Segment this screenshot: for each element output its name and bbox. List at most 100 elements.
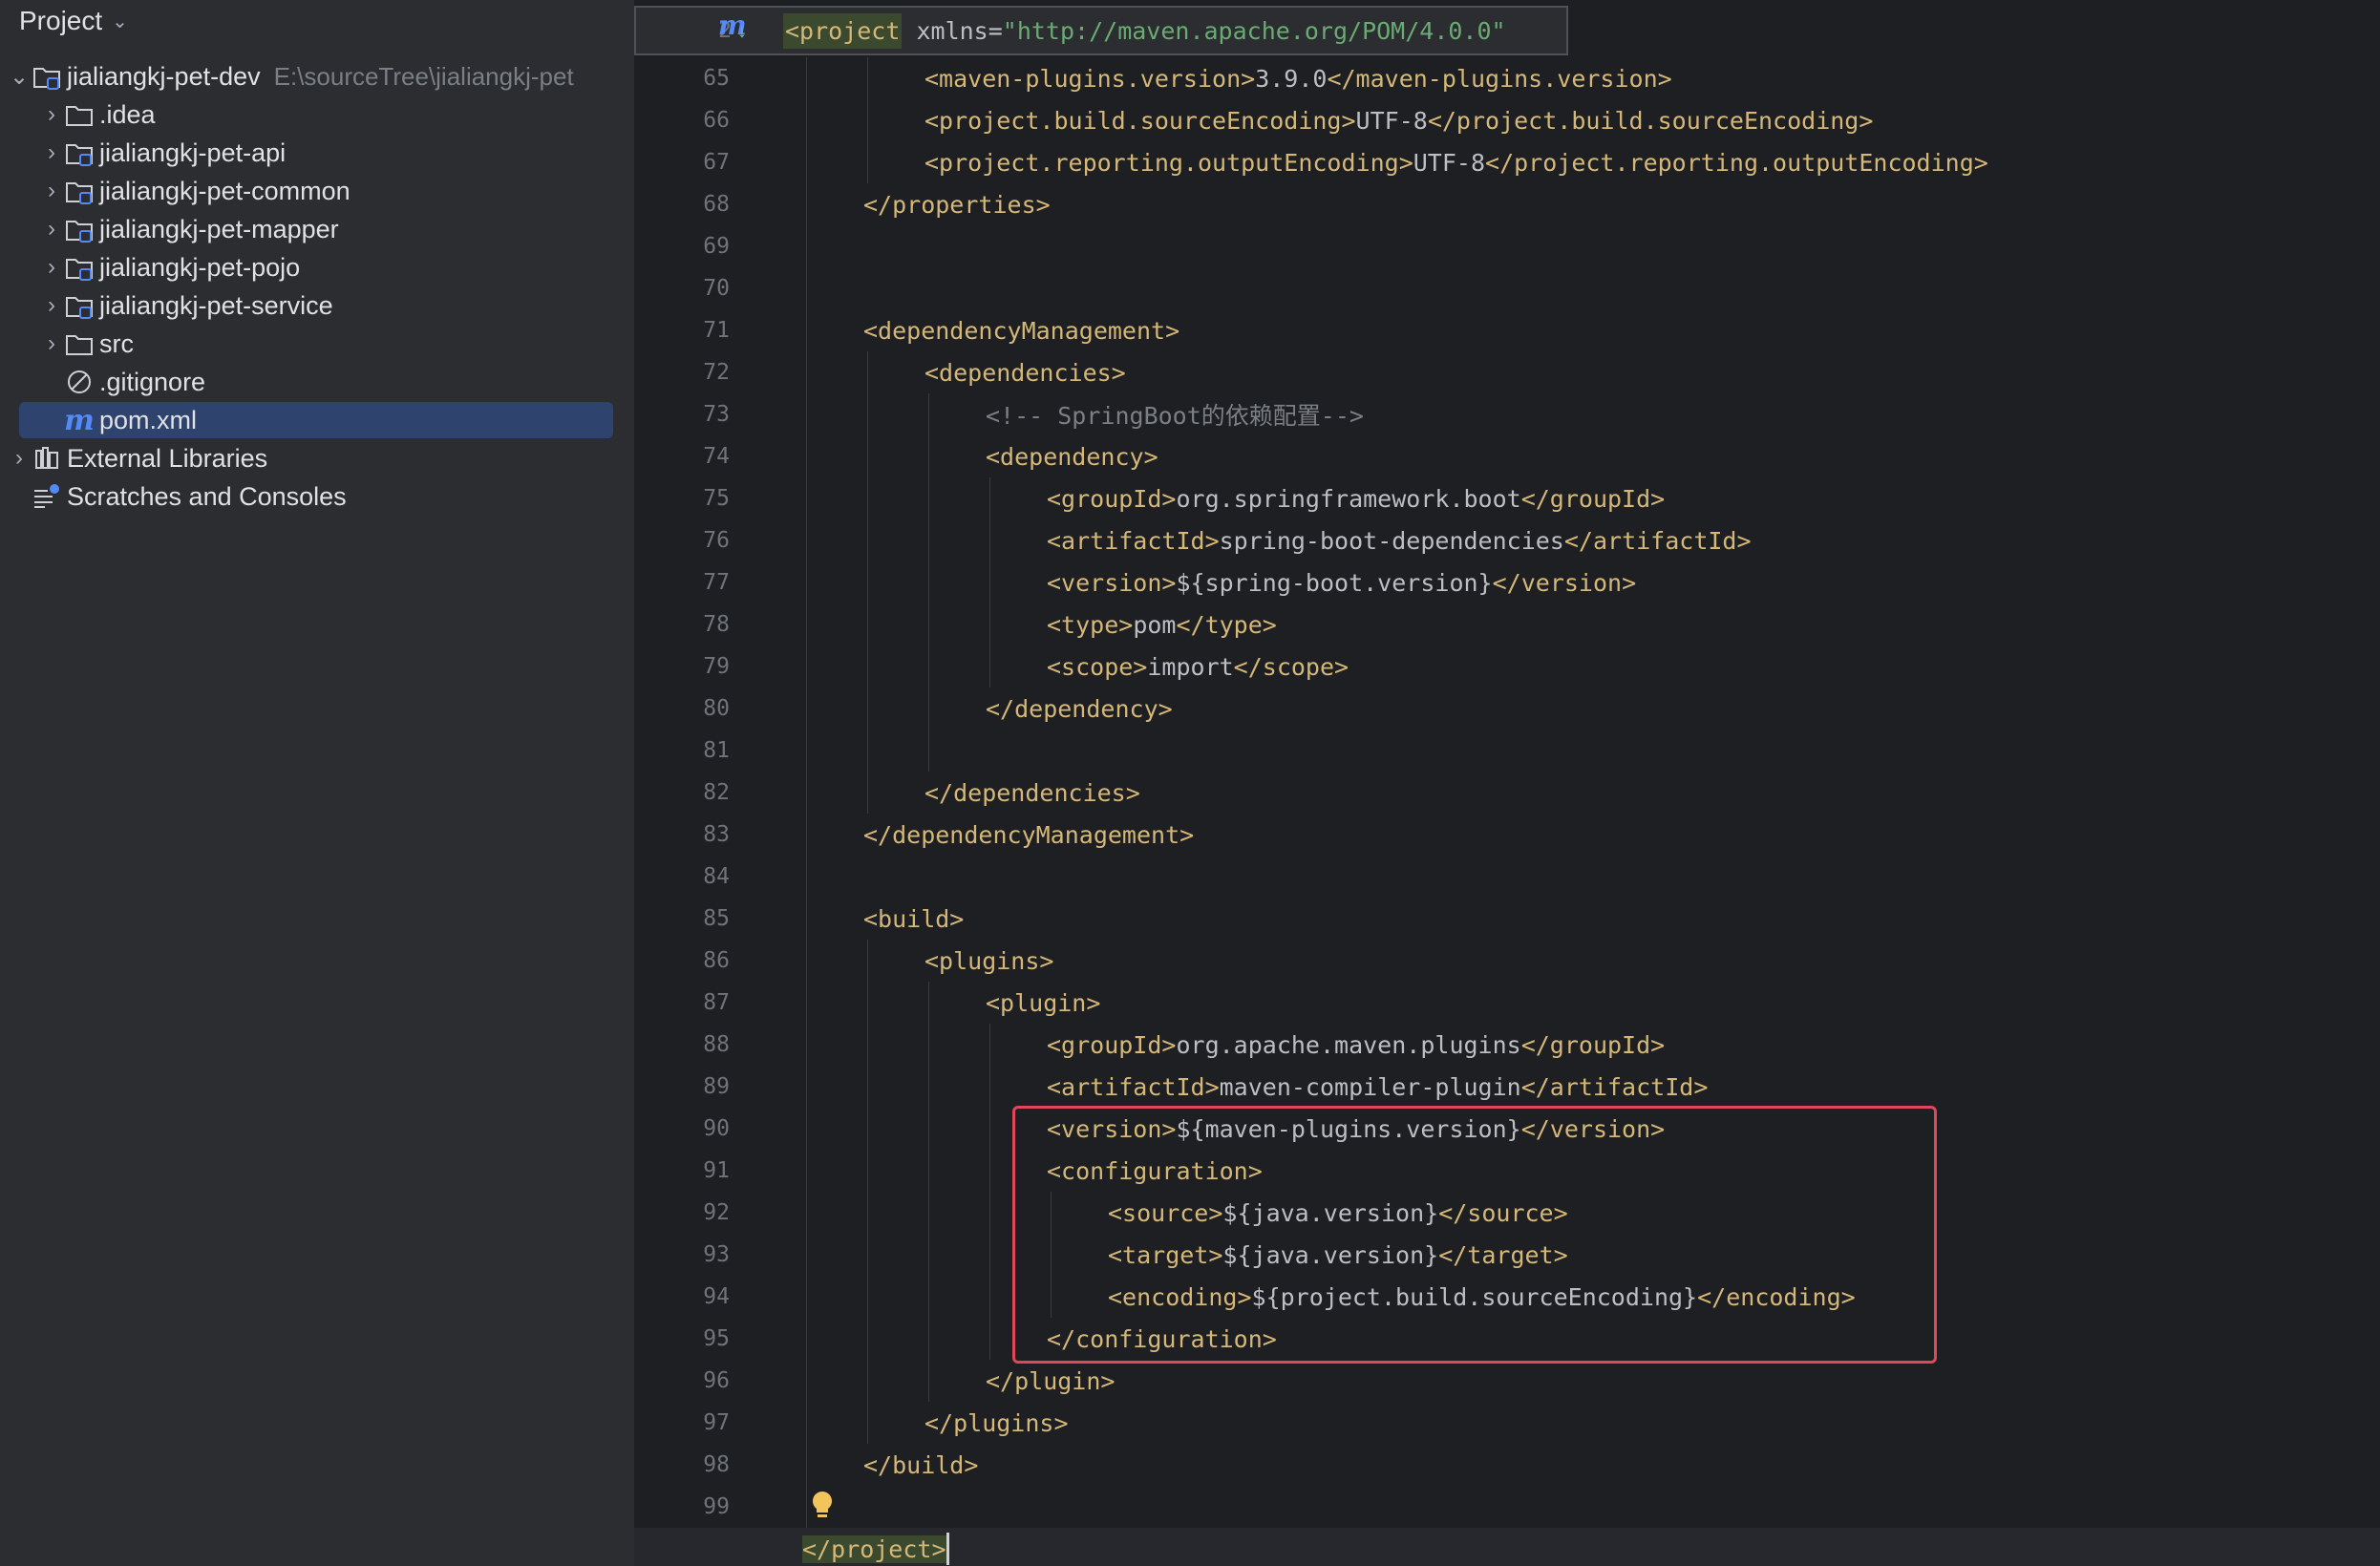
code-line[interactable]: <plugins> [924,940,1053,982]
chevron-right-icon[interactable]: › [40,292,63,319]
project-view-selector[interactable]: Project ⌄ [19,0,128,42]
code-line[interactable]: </dependencies> [924,772,1140,814]
code-line[interactable]: <version> ${spring-boot.version} </version… [1047,561,1636,603]
sticky-code: <project xmlns= "http://maven.apache.org/… [783,8,1506,53]
code-line[interactable]: <build> [863,898,964,940]
tree-item[interactable]: › .idea [0,95,634,134]
tree-item[interactable]: Scratches and Consoles [0,477,634,516]
xml-tag: </type> [1176,610,1277,639]
tree-item[interactable]: › src [0,325,634,363]
code-line[interactable]: <artifactId> spring-boot-dependencies </ar… [1047,519,1752,561]
tree-item-label: jialiangkj-pet-service [99,290,333,320]
tree-item-path-hint: E:\sourceTree\jialiangkj-pet [273,61,574,91]
code-line[interactable]: <type> pom </type> [1047,603,1277,645]
tree-item-label: pom.xml [99,405,198,434]
code-line[interactable]: </dependency> [986,688,1173,730]
tree-item-label: .gitignore [99,367,206,396]
tree-item[interactable]: m pom.xml [0,401,634,439]
xml-text: maven-compiler-plugin [1219,1072,1521,1101]
indent-guide [989,477,990,688]
code-line[interactable]: <plugin> [986,982,1100,1024]
chevron-right-icon[interactable]: › [40,101,63,128]
chevron-right-icon[interactable]: › [40,139,63,166]
line-number: 68 [703,192,730,217]
xml-tag: <project.build.sourceEncoding> [924,106,1356,135]
tree-item[interactable]: › jialiangkj-pet-service [0,286,634,325]
sticky-scroll-header[interactable]: 2 m ↓ <project xmlns= "http://maven.apach… [634,6,1568,55]
tree-item-label: jialiangkj-pet-pojo [99,252,301,282]
xml-text: spring-boot-dependencies [1219,526,1564,555]
tree-item[interactable]: .gitignore [0,363,634,401]
xml-tag: </dependency> [986,694,1173,723]
indent-guide [867,351,868,814]
tree-item[interactable]: › jialiangkj-pet-mapper [0,210,634,248]
xml-tag: <version> [1047,568,1177,597]
chevron-right-icon[interactable]: › [40,216,63,243]
tree-item[interactable]: › jialiangkj-pet-pojo [0,248,634,286]
code-line[interactable]: <groupId> org.springframework.boot </group… [1047,477,1665,519]
xml-tag: </groupId> [1520,484,1666,513]
line-number: 99 [703,1494,730,1519]
indent-guide [928,982,929,1402]
maven-file-icon: m [64,403,95,437]
line-number: 66 [703,108,730,133]
line-number: 70 [703,276,730,301]
sticky-tag: <project [783,12,903,49]
code-line[interactable]: <scope> import </scope> [1047,645,1349,688]
tree-item[interactable]: › jialiangkj-pet-common [0,172,634,210]
module-folder-icon [63,213,96,245]
chevron-right-icon[interactable]: › [8,445,31,472]
chevron-right-icon[interactable]: › [40,330,63,357]
tree-item-label: jialiangkj-pet-api [99,138,287,167]
xml-tag: </artifactId> [1520,1072,1709,1101]
code-line[interactable]: <project.build.sourceEncoding> UTF-8 </pro… [924,99,1873,141]
line-number: 90 [703,1116,730,1141]
chevron-down-icon: ⌄ [112,11,128,32]
code-line[interactable]: <dependencyManagement> [863,309,1179,351]
xml-tag: </maven-plugins.version> [1327,64,1672,93]
code-editor[interactable]: 65 66 67 68 69 70 71 72 73 74 75 76 77 78 79 80 81 82 83 84… [634,0,2380,1566]
code-line[interactable]: <artifactId> maven-compiler-plugin </artif… [1047,1066,1708,1108]
xml-tag: <artifactId> [1047,526,1220,555]
code-line[interactable]: <dependency> [986,435,1158,477]
code-line[interactable]: <groupId> org.apache.maven.plugins </group… [1047,1024,1665,1066]
text-caret [946,1533,949,1565]
line-number: 94 [703,1284,730,1309]
code-line[interactable]: </plugin> [986,1360,1115,1402]
module-folder-icon [63,175,96,207]
chevron-down-icon[interactable]: ⌄ [8,63,31,91]
code-area[interactable]: <maven-plugins.version> 3.9.0 </maven-plug… [634,0,2380,1566]
xml-tag: </dependencyManagement> [863,820,1195,849]
code-line[interactable]: </plugins> [924,1402,1069,1444]
xml-tag: <scope> [1047,652,1148,681]
code-line[interactable]: </dependencyManagement> [863,814,1194,856]
chevron-right-icon[interactable]: › [40,254,63,281]
code-line[interactable]: <dependencies> [924,351,1126,393]
chevron-right-icon[interactable]: › [40,178,63,204]
code-line[interactable]: <project.reporting.outputEncoding> UTF-8 <… [924,141,1988,183]
line-number: 95 [703,1326,730,1351]
code-line[interactable]: </properties> [863,183,1051,225]
code-line[interactable]: </project> [802,1528,949,1566]
tree-item[interactable]: ⌄ jialiangkj-pet-dev E:\sourceTree\jialian… [0,57,634,95]
line-number: 76 [703,528,730,553]
xml-text: 3.9.0 [1255,64,1328,93]
xml-tag: <artifactId> [1047,1072,1220,1101]
tree-item[interactable]: › jialiangkj-pet-api [0,134,634,172]
line-number: 75 [703,486,730,511]
line-number: 65 [703,66,730,91]
line-number: 83 [703,822,730,847]
tree-item[interactable]: › External Libraries [0,439,634,477]
code-line[interactable]: </build> [863,1444,978,1486]
xml-tag: <groupId> [1047,484,1177,513]
xml-tag: <dependencies> [924,358,1126,387]
indent-guide [928,393,929,772]
sticky-attr: xmlns= [902,16,1003,45]
line-number: 80 [703,696,730,721]
code-line[interactable]: <maven-plugins.version> 3.9.0 </maven-plug… [924,57,1672,99]
indent-guide [989,1024,990,1360]
tree-item-label: External Libraries [67,443,268,473]
lightbulb-icon[interactable] [810,1490,835,1527]
code-line[interactable]: <!-- SpringBoot的依赖配置--> [986,393,1364,435]
xml-tag: <type> [1047,610,1134,639]
